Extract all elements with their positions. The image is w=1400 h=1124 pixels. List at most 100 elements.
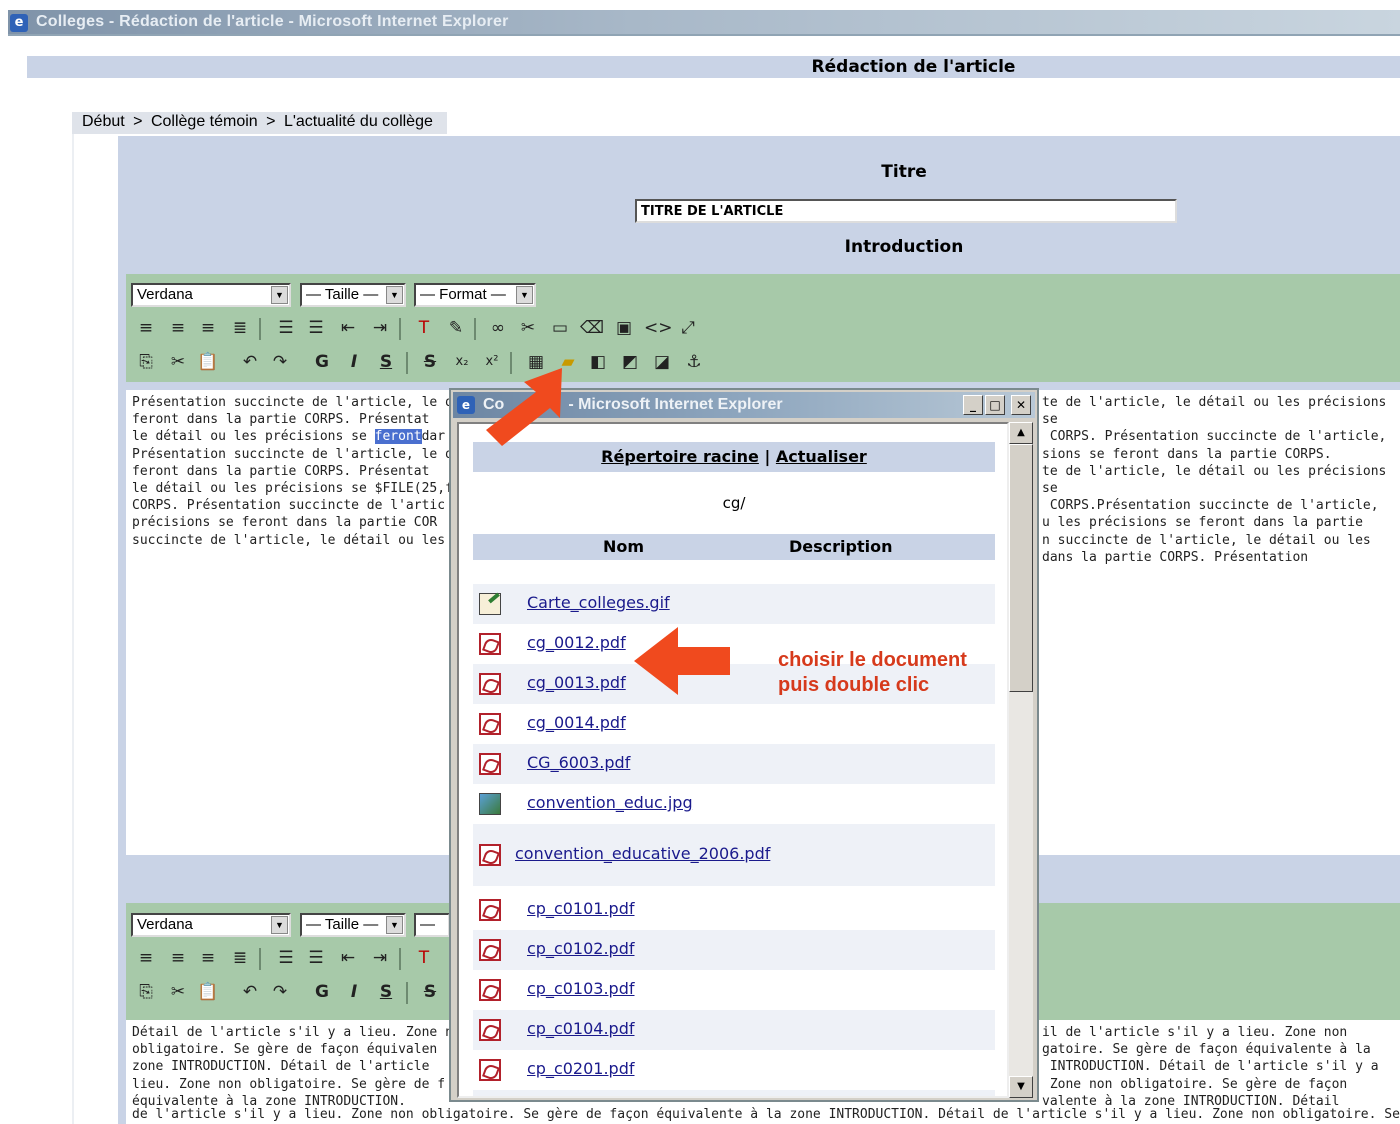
format-select-body[interactable]: —F (414, 913, 450, 937)
breadcrumb-home[interactable]: Début (82, 113, 125, 130)
cut-icon[interactable]: ✂ (166, 980, 190, 1004)
align-left-icon[interactable]: ≡ (134, 316, 158, 340)
undo-icon[interactable]: ↶ (238, 980, 262, 1004)
fullscreen-icon[interactable]: ⤢ (676, 316, 700, 340)
unordered-list-icon[interactable]: ☰ (304, 946, 328, 970)
chevron-down-icon[interactable]: ▼ (386, 916, 403, 934)
scroll-up-icon[interactable]: ▲ (1009, 422, 1033, 444)
file-link[interactable]: cp_c0201.pdf (527, 1059, 635, 1078)
align-right-icon[interactable]: ≡ (196, 316, 220, 340)
align-center-icon[interactable]: ≡ (166, 946, 190, 970)
document-icon[interactable]: ◩ (618, 350, 642, 374)
highlight-color-icon[interactable]: ✎ (444, 316, 468, 340)
align-justify-icon[interactable]: ≣ (228, 316, 252, 340)
strikethrough-icon[interactable]: S (418, 350, 442, 374)
intro-line: feront dans la partie CORPS. Présentat (132, 412, 430, 428)
file-row[interactable]: cp_c0202.pdf (473, 1090, 995, 1096)
chevron-down-icon[interactable]: ▼ (271, 916, 288, 934)
eraser-icon[interactable]: ⌫ (580, 316, 604, 340)
redo-icon[interactable]: ↷ (268, 350, 292, 374)
underline-icon[interactable]: S (374, 350, 398, 374)
file-link[interactable]: cg_0013.pdf (527, 673, 626, 692)
main-window-titlebar[interactable]: e Colleges - Rédaction de l'article - Mi… (8, 10, 1400, 36)
anchor-icon[interactable]: ⚓ (682, 350, 706, 374)
source-code-icon[interactable]: <> (644, 316, 673, 340)
file-link[interactable]: CG_6003.pdf (527, 753, 630, 772)
file-row[interactable]: convention_educ.jpg (473, 784, 995, 824)
titre-input[interactable]: TITRE DE L'ARTICLE (635, 199, 1177, 223)
file-row[interactable]: cp_c0101.pdf (473, 890, 995, 930)
font-select-body[interactable]: Verdana ▼ (131, 913, 291, 937)
file-link[interactable]: Carte_colleges.gif (527, 593, 670, 612)
selected-word[interactable]: feront (374, 429, 422, 445)
align-center-icon[interactable]: ≡ (166, 316, 190, 340)
image-icon[interactable]: ▣ (612, 316, 636, 340)
bold-icon[interactable]: G (310, 980, 334, 1004)
table-icon[interactable]: ▭ (548, 316, 572, 340)
breadcrumb-section[interactable]: L'actualité du collège (284, 113, 433, 130)
paste-icon[interactable]: 📋 (196, 350, 220, 374)
size-select[interactable]: — Taille — ▼ (300, 283, 406, 307)
text-color-icon[interactable]: T (412, 316, 436, 340)
media-icon[interactable]: ◧ (586, 350, 610, 374)
file-browser-popup[interactable]: e Co - Microsoft Internet Explorer _ □ ✕ … (449, 388, 1039, 1102)
file-link[interactable]: cp_c0102.pdf (527, 939, 635, 958)
file-link[interactable]: convention_educ.jpg (527, 793, 693, 812)
breadcrumb-college[interactable]: Collège témoin (151, 113, 258, 130)
indent-icon[interactable]: ⇥ (368, 316, 392, 340)
bold-icon[interactable]: G (310, 350, 334, 374)
outdent-icon[interactable]: ⇤ (336, 946, 360, 970)
ordered-list-icon[interactable]: ☰ (274, 316, 298, 340)
file-row[interactable]: cg_0014.pdf (473, 704, 995, 744)
file-row[interactable]: convention_educative_2006.pdf (473, 824, 995, 886)
chevron-down-icon[interactable]: ▼ (516, 286, 533, 304)
italic-icon[interactable]: I (342, 980, 366, 1004)
refresh-link[interactable]: Actualiser (776, 447, 867, 466)
file-row[interactable]: cp_c0102.pdf (473, 930, 995, 970)
indent-icon[interactable]: ⇥ (368, 946, 392, 970)
ordered-list-icon[interactable]: ☰ (274, 946, 298, 970)
unlink-icon[interactable]: ✂ (516, 316, 540, 340)
underline-icon[interactable]: S (374, 980, 398, 1004)
subscript-icon[interactable]: x₂ (450, 350, 474, 374)
italic-icon[interactable]: I (342, 350, 366, 374)
file-link[interactable]: cp_c0101.pdf (527, 899, 635, 918)
link-icon[interactable]: ∞ (486, 316, 510, 340)
paste-icon[interactable]: 📋 (196, 980, 220, 1004)
undo-icon[interactable]: ↶ (238, 350, 262, 374)
copy-icon[interactable]: ⎘ (134, 350, 158, 374)
root-directory-link[interactable]: Répertoire racine (601, 447, 759, 466)
scroll-thumb[interactable] (1009, 444, 1033, 692)
text-color-icon[interactable]: T (412, 946, 436, 970)
copy-icon[interactable]: ⎘ (134, 980, 158, 1004)
file-row[interactable]: cp_c0104.pdf (473, 1010, 995, 1050)
align-right-icon[interactable]: ≡ (196, 946, 220, 970)
outdent-icon[interactable]: ⇤ (336, 316, 360, 340)
file-row[interactable]: Carte_colleges.gif (473, 584, 995, 624)
file-row[interactable]: cp_c0103.pdf (473, 970, 995, 1010)
strikethrough-icon[interactable]: S (418, 980, 442, 1004)
gallery-icon[interactable]: ◪ (650, 350, 674, 374)
unordered-list-icon[interactable]: ☰ (304, 316, 328, 340)
chevron-down-icon[interactable]: ▼ (271, 286, 288, 304)
format-select[interactable]: — Format — ▼ (414, 283, 536, 307)
file-link[interactable]: cp_c0103.pdf (527, 979, 635, 998)
align-justify-icon[interactable]: ≣ (228, 946, 252, 970)
align-left-icon[interactable]: ≡ (134, 946, 158, 970)
file-link[interactable]: cg_0014.pdf (527, 713, 626, 732)
close-button[interactable]: ✕ (1011, 395, 1031, 415)
cut-icon[interactable]: ✂ (166, 350, 190, 374)
maximize-button[interactable]: □ (985, 395, 1005, 415)
font-select[interactable]: Verdana ▼ (131, 283, 291, 307)
size-select-body[interactable]: — Taille — ▼ (300, 913, 406, 937)
file-link[interactable]: convention_educative_2006.pdf (515, 844, 770, 863)
file-row[interactable]: CG_6003.pdf (473, 744, 995, 784)
file-link[interactable]: cg_0012.pdf (527, 633, 626, 652)
file-link[interactable]: cp_c0104.pdf (527, 1019, 635, 1038)
chevron-down-icon[interactable]: ▼ (386, 286, 403, 304)
scroll-down-icon[interactable]: ▼ (1009, 1076, 1033, 1098)
minimize-button[interactable]: _ (963, 395, 983, 415)
file-row[interactable]: cp_c0201.pdf (473, 1050, 995, 1090)
redo-icon[interactable]: ↷ (268, 980, 292, 1004)
popup-scrollbar[interactable]: ▲ ▼ (1009, 422, 1033, 1098)
